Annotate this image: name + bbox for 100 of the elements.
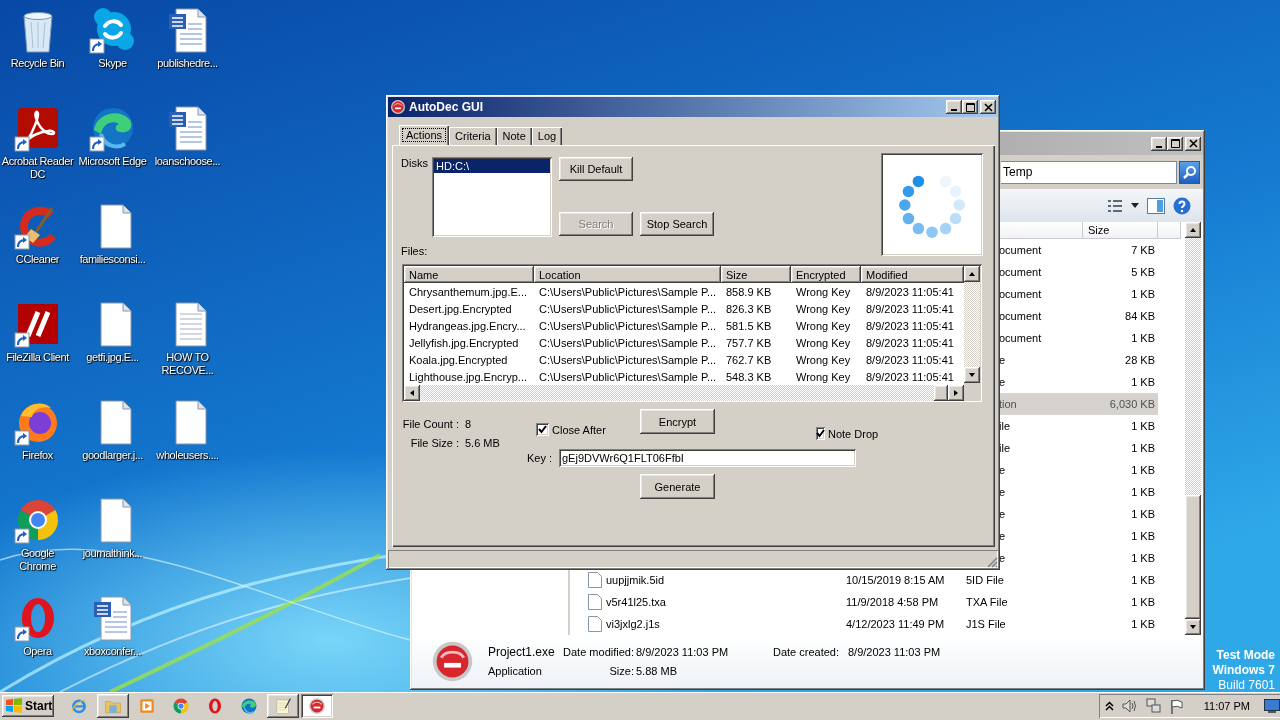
file-type-cell-text: e	[999, 507, 1007, 522]
desktop-icon-label[interactable]: getfi.jpg.E...	[76, 351, 149, 364]
desktop-icon-label[interactable]: HOW TO RECOVE...	[151, 351, 224, 377]
desktop-icon-label[interactable]: Recycle Bin	[1, 57, 74, 70]
field-value: 5.88 MB	[636, 665, 678, 677]
field-label: Date modified:	[562, 646, 635, 658]
action-button[interactable]: Kill Default	[559, 157, 633, 181]
key-field[interactable]: gEj9DVWr6Q1FLT06FfbI	[559, 449, 856, 467]
desktop-icon-label[interactable]: goodlarger.j...	[76, 449, 149, 462]
desktop-icon-label[interactable]: CCleaner	[1, 253, 74, 266]
file-type-cell-text: ocument	[999, 331, 1043, 346]
maximize-button[interactable]	[962, 100, 978, 114]
table-cell-text: 548.3 KB	[725, 369, 773, 385]
scroll-thumb[interactable]	[934, 385, 948, 401]
desktop-icon-label[interactable]: loanschoose...	[151, 155, 224, 168]
chevron-up-icon[interactable]	[1104, 701, 1114, 711]
column-header[interactable]: Name	[404, 266, 534, 283]
disk-list[interactable]: HD:C:\	[432, 157, 552, 237]
file-type-cell-text: ile	[999, 419, 1011, 434]
taskbar-button[interactable]	[301, 694, 333, 718]
tab[interactable]: Actions	[399, 125, 450, 145]
close-button[interactable]	[980, 100, 996, 114]
table-cell-text: C:\Users\Public\Pictures\Sample P...	[538, 284, 718, 300]
file-type: Application	[488, 665, 543, 677]
search-button[interactable]	[1179, 160, 1200, 184]
start-button[interactable]: Start	[2, 695, 54, 717]
taskbar-button[interactable]	[267, 694, 299, 718]
field-label: Size:	[608, 665, 635, 677]
desktop-icon-label[interactable]: familiesconsi...	[76, 253, 149, 266]
desktop-icon-label[interactable]: Google Chrome	[1, 547, 74, 573]
view-options-icon[interactable]	[1107, 198, 1123, 213]
scroll-up-button[interactable]	[964, 266, 980, 282]
file-icon	[588, 594, 602, 610]
tab[interactable]: Criteria	[449, 127, 497, 145]
table-cell-text: 826.3 KB	[725, 301, 773, 317]
column-header[interactable]: Size	[721, 266, 791, 283]
tab[interactable]: Log	[531, 127, 563, 145]
scroll-down-button[interactable]	[964, 367, 980, 383]
file-size-cell-text: 1 KB	[1130, 596, 1156, 608]
desktop-icon-label[interactable]: Firefox	[1, 449, 74, 462]
generate-button[interactable]: Generate	[640, 474, 715, 499]
date-cell-text: 10/15/2019 8:15 AM	[846, 574, 946, 586]
minimize-button[interactable]	[1151, 136, 1167, 151]
taskbar-button[interactable]	[97, 694, 129, 718]
scroll-thumb[interactable]	[1185, 495, 1201, 619]
file-name[interactable]: vi3jxlg2.j1s	[606, 618, 846, 630]
help-icon[interactable]	[1173, 196, 1191, 215]
checkbox-label[interactable]: Note Drop	[828, 427, 879, 440]
address-field[interactable]: Temp	[1001, 160, 1177, 184]
scroll-down-button[interactable]	[1185, 619, 1201, 635]
desktop-icon-label[interactable]: Microsoft Edge	[76, 155, 149, 168]
file-type-cell-text: ocument	[999, 265, 1043, 280]
checkbox[interactable]	[536, 423, 549, 436]
desktop-icon-label[interactable]: publishedre...	[151, 57, 224, 70]
maximize-button[interactable]	[1167, 136, 1183, 151]
file-name[interactable]: uupjjmik.5id	[606, 574, 846, 586]
show-desktop-icon[interactable]	[1264, 699, 1280, 713]
close-icon	[983, 102, 993, 112]
dropdown-caret-icon[interactable]	[1131, 203, 1139, 208]
file-type-cell-text: J1S File	[966, 618, 1007, 630]
tab[interactable]: Note	[496, 127, 532, 145]
app-logo-icon	[308, 697, 326, 715]
table-cell-text: 762.7 KB	[725, 352, 773, 368]
file-size-cell-text: 1 KB	[1130, 551, 1156, 566]
desktop-icon-label[interactable]: Acrobat Reader DC	[1, 155, 74, 181]
list-item[interactable]: HD:C:\	[434, 159, 550, 173]
column-header[interactable]: Encrypted	[791, 266, 861, 283]
file-type-cell-text: ile	[999, 441, 1011, 456]
table-cell-text: Wrong Key	[795, 352, 852, 368]
desktop-icon-label[interactable]: wholeusers....	[151, 449, 224, 462]
app-logo-icon	[390, 99, 406, 115]
file-icon	[588, 616, 602, 632]
minimize-button[interactable]	[946, 100, 962, 114]
scroll-right-button[interactable]	[948, 385, 964, 401]
network-icon[interactable]	[1145, 698, 1162, 714]
scroll-left-button[interactable]	[404, 385, 420, 401]
column-header[interactable]	[998, 222, 1083, 239]
table-cell-text: C:\Users\Public\Pictures\Sample P...	[538, 318, 718, 334]
close-button[interactable]	[1185, 136, 1201, 151]
action-button[interactable]: Stop Search	[640, 212, 714, 236]
speaker-icon[interactable]	[1121, 699, 1138, 713]
clock[interactable]: 11:07 PM	[1203, 700, 1250, 712]
scrollbar[interactable]	[1185, 222, 1201, 635]
resize-grip-icon[interactable]	[986, 556, 998, 568]
scrollbar[interactable]	[964, 266, 980, 385]
file-name[interactable]: v5r41l25.txa	[606, 596, 846, 608]
desktop-icon-label[interactable]: Skype	[76, 57, 149, 70]
encrypt-button[interactable]: Encrypt	[640, 409, 715, 434]
desktop-icon-label[interactable]: FileZilla Client	[1, 351, 74, 364]
column-header[interactable]: Location	[534, 266, 721, 283]
scroll-up-button[interactable]	[1185, 222, 1201, 238]
column-header[interactable]: Modified	[861, 266, 964, 283]
flag-icon[interactable]	[1169, 698, 1184, 714]
table-cell-text: Hydrangeas.jpg.Encry...	[408, 318, 527, 334]
watermark-text: Build 7601	[1218, 678, 1275, 692]
preview-pane-icon[interactable]	[1147, 197, 1165, 214]
checkbox[interactable]	[816, 427, 825, 440]
file-size-cell-text: 1 KB	[1130, 574, 1156, 586]
checkbox-label[interactable]: Close After	[552, 423, 606, 436]
column-header[interactable]: Size	[1083, 222, 1158, 239]
